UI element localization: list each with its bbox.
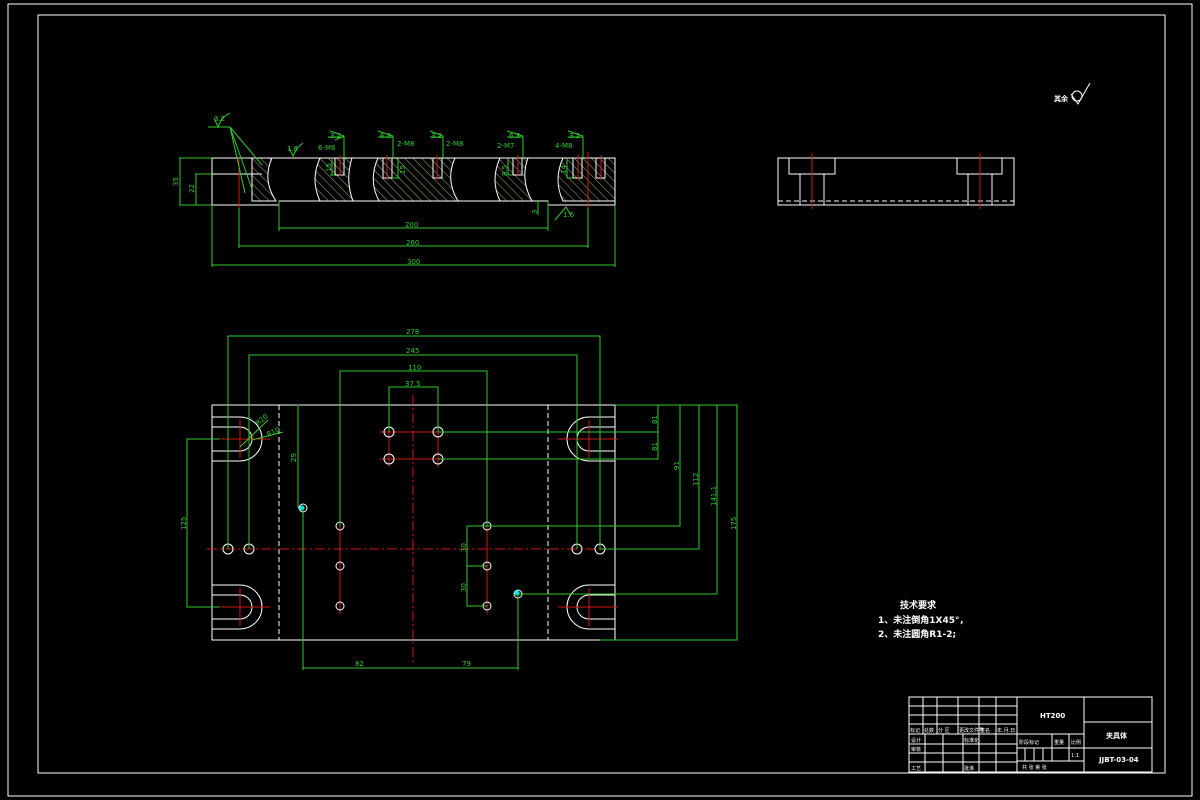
drawing-label: 审核: [911, 746, 921, 753]
dim-110: 110: [408, 364, 421, 372]
title-block: 标记 处数 分 区 更改文件号 签名 年.月.日 设计 标准化 审核 工艺 批准…: [908, 696, 1153, 773]
thread-4m8: 4-M8: [555, 142, 572, 150]
dim-141-1: 141.1: [710, 486, 718, 506]
roughness-8: 1.6: [563, 211, 575, 219]
roughness-6: 6.3: [509, 132, 520, 140]
thread-2m7: 2-M7: [497, 142, 514, 150]
dim-278: 278: [406, 328, 419, 336]
roughness-3: 3.2: [330, 132, 341, 140]
drawing-line: [466, 525, 487, 607]
dim-200: 200: [405, 221, 418, 229]
cad-drawing: 15 15 8.5 14 200 260 300 35 22 3.2 1.6 3…: [7, 3, 1193, 797]
scale-value: 1:1: [1071, 753, 1079, 759]
thread-2m8b: 2-M8: [446, 140, 463, 148]
drawing-label: 年.月.日: [997, 727, 1015, 734]
dim-30a: 30: [460, 543, 468, 552]
roughness-5: 3.2: [431, 132, 442, 140]
drawing-label: 分 区: [938, 727, 950, 734]
drawing-label: 共 张 第 张: [1022, 764, 1047, 771]
plan-view: 278 245 110 37.5 29 125 81 81 91 112 141…: [180, 328, 738, 670]
drawing-line: [186, 438, 220, 608]
dim-35: 35: [172, 177, 180, 186]
tech-requirements: 技术要求 1、未注倒角1X45°， 2、未注圆角R1-2;: [878, 599, 969, 640]
material: HT200: [1040, 712, 1065, 720]
dim-300: 300: [407, 258, 420, 266]
dim-125: 125: [180, 517, 188, 530]
drawing-label: 重量: [1054, 739, 1064, 746]
drawing-line: [179, 157, 212, 206]
dim-91: 91: [673, 461, 681, 470]
dim-depth-4: 14: [560, 165, 568, 174]
drawing-label: 批准: [964, 765, 974, 772]
drawing-line: [299, 505, 305, 511]
roughness-note: 其余: [1054, 82, 1091, 105]
drawing-line: [339, 370, 488, 526]
part-name: 夹具体: [1106, 731, 1128, 740]
tech-item-2: 2、未注圆角R1-2;: [878, 628, 956, 640]
dim-29: 29: [290, 453, 298, 462]
dim-81b: 81: [651, 442, 659, 451]
dim-175: 175: [730, 517, 738, 530]
roughness-1: 3.2: [214, 115, 225, 123]
drawing-label: 签名: [980, 727, 990, 734]
dim-112: 112: [692, 473, 700, 486]
roughness-7: 3.2: [569, 132, 580, 140]
side-view: [777, 153, 1015, 209]
drawing-line: [251, 157, 277, 202]
roughness-4: 6.3: [380, 132, 391, 140]
tech-item-1: 1、未注倒角1X45°，: [878, 614, 969, 626]
drawing-line: [314, 157, 354, 202]
drawing-label: 处数: [924, 727, 934, 734]
drawing-label: 标记: [910, 727, 920, 734]
section-view: 15 15 8.5 14 200 260 300 35 22 3.2 1.6 3…: [172, 112, 616, 267]
dim-81a: 81: [651, 415, 659, 424]
drawing-line: [514, 590, 520, 596]
dim-r10: R10: [265, 426, 281, 439]
roughness-2: 1.6: [287, 145, 299, 153]
dim-37-5: 37.5: [405, 380, 421, 388]
dim-79: 79: [462, 660, 471, 668]
drawing-line: [221, 420, 618, 626]
drawing-line: [302, 508, 519, 670]
dim-260: 260: [406, 239, 419, 247]
drawing-line: [777, 157, 1015, 206]
dim-depth-3: 8.5: [501, 165, 509, 176]
drawing-number: JJBT-03-04: [1098, 756, 1139, 764]
drawing-label: 比例: [1071, 739, 1081, 746]
drawing-label: 标准化: [964, 737, 979, 744]
dim-depth-2: 15: [399, 165, 407, 174]
drawing-label: 工艺: [911, 766, 921, 772]
dim-82: 82: [355, 660, 364, 668]
dim-30b: 30: [460, 583, 468, 592]
dim-22: 22: [188, 184, 196, 193]
tech-title: 技术要求: [900, 599, 937, 611]
dim-depth-1: 15: [325, 163, 333, 172]
drawing-label: 其余: [1054, 94, 1069, 103]
inner-border: [37, 14, 1166, 774]
drawing-label: 阶段标记: [1019, 739, 1039, 746]
dim-3: 3: [531, 210, 539, 214]
thread-6m6: 6-M6: [318, 144, 336, 152]
drawing-label: 设计: [911, 737, 921, 744]
drawing-line: [372, 157, 459, 202]
dim-245: 245: [406, 347, 419, 355]
thread-2m8a: 2-M8: [397, 140, 414, 148]
drawing-line: [1070, 82, 1091, 105]
